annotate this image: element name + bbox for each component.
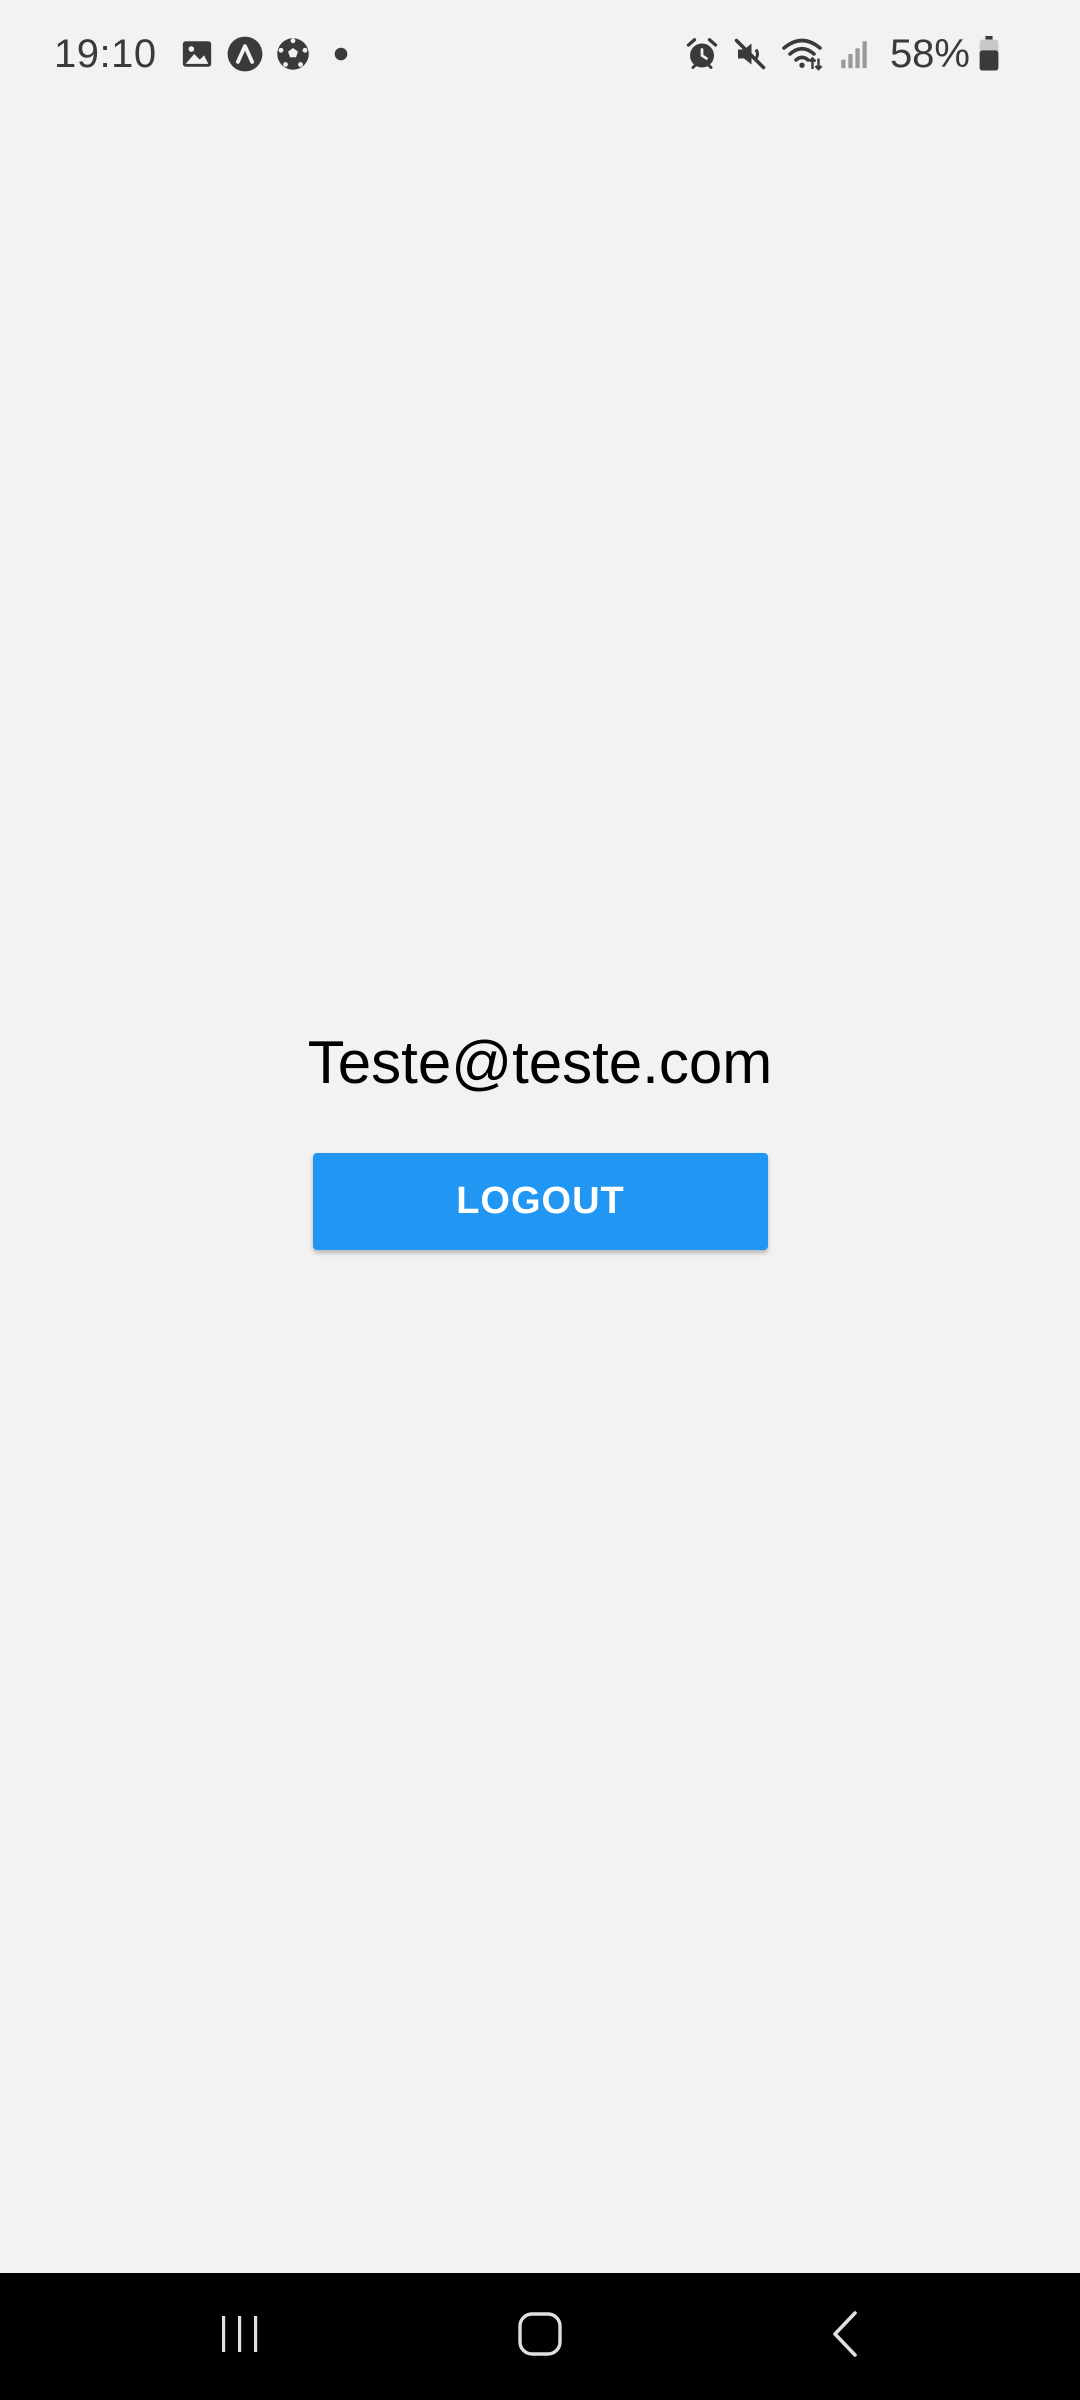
- home-button[interactable]: [440, 2273, 640, 2400]
- app-lambda-icon: [225, 34, 265, 74]
- logout-button[interactable]: LOGOUT: [313, 1153, 768, 1250]
- mute-icon: [730, 34, 770, 74]
- soccer-ball-icon: [273, 34, 313, 74]
- back-button[interactable]: [745, 2273, 945, 2400]
- user-email: Teste@teste.com: [307, 1029, 773, 1096]
- recent-apps-icon: [218, 2314, 262, 2359]
- battery-percent: 58%: [889, 31, 970, 76]
- status-time: 19:10: [54, 31, 157, 76]
- logout-button-label: LOGOUT: [456, 1180, 625, 1222]
- app-screen: 19:10 58% Teste@teste.com LOGOUT: [0, 0, 1080, 2400]
- alarm-icon: [682, 34, 722, 74]
- notification-dot-icon: [321, 34, 361, 74]
- status-bar: 19:10 58%: [0, 0, 1080, 108]
- signal-icon: [834, 34, 874, 74]
- recent-apps-button[interactable]: [140, 2273, 340, 2400]
- status-bar-left: 19:10: [54, 24, 369, 84]
- battery-icon: [976, 34, 1002, 74]
- status-bar-right: 58%: [682, 24, 1010, 84]
- gallery-icon: [177, 34, 217, 74]
- back-icon: [830, 2310, 860, 2363]
- navigation-bar: [0, 2273, 1080, 2400]
- wifi-icon: [778, 34, 826, 74]
- home-icon: [517, 2311, 563, 2362]
